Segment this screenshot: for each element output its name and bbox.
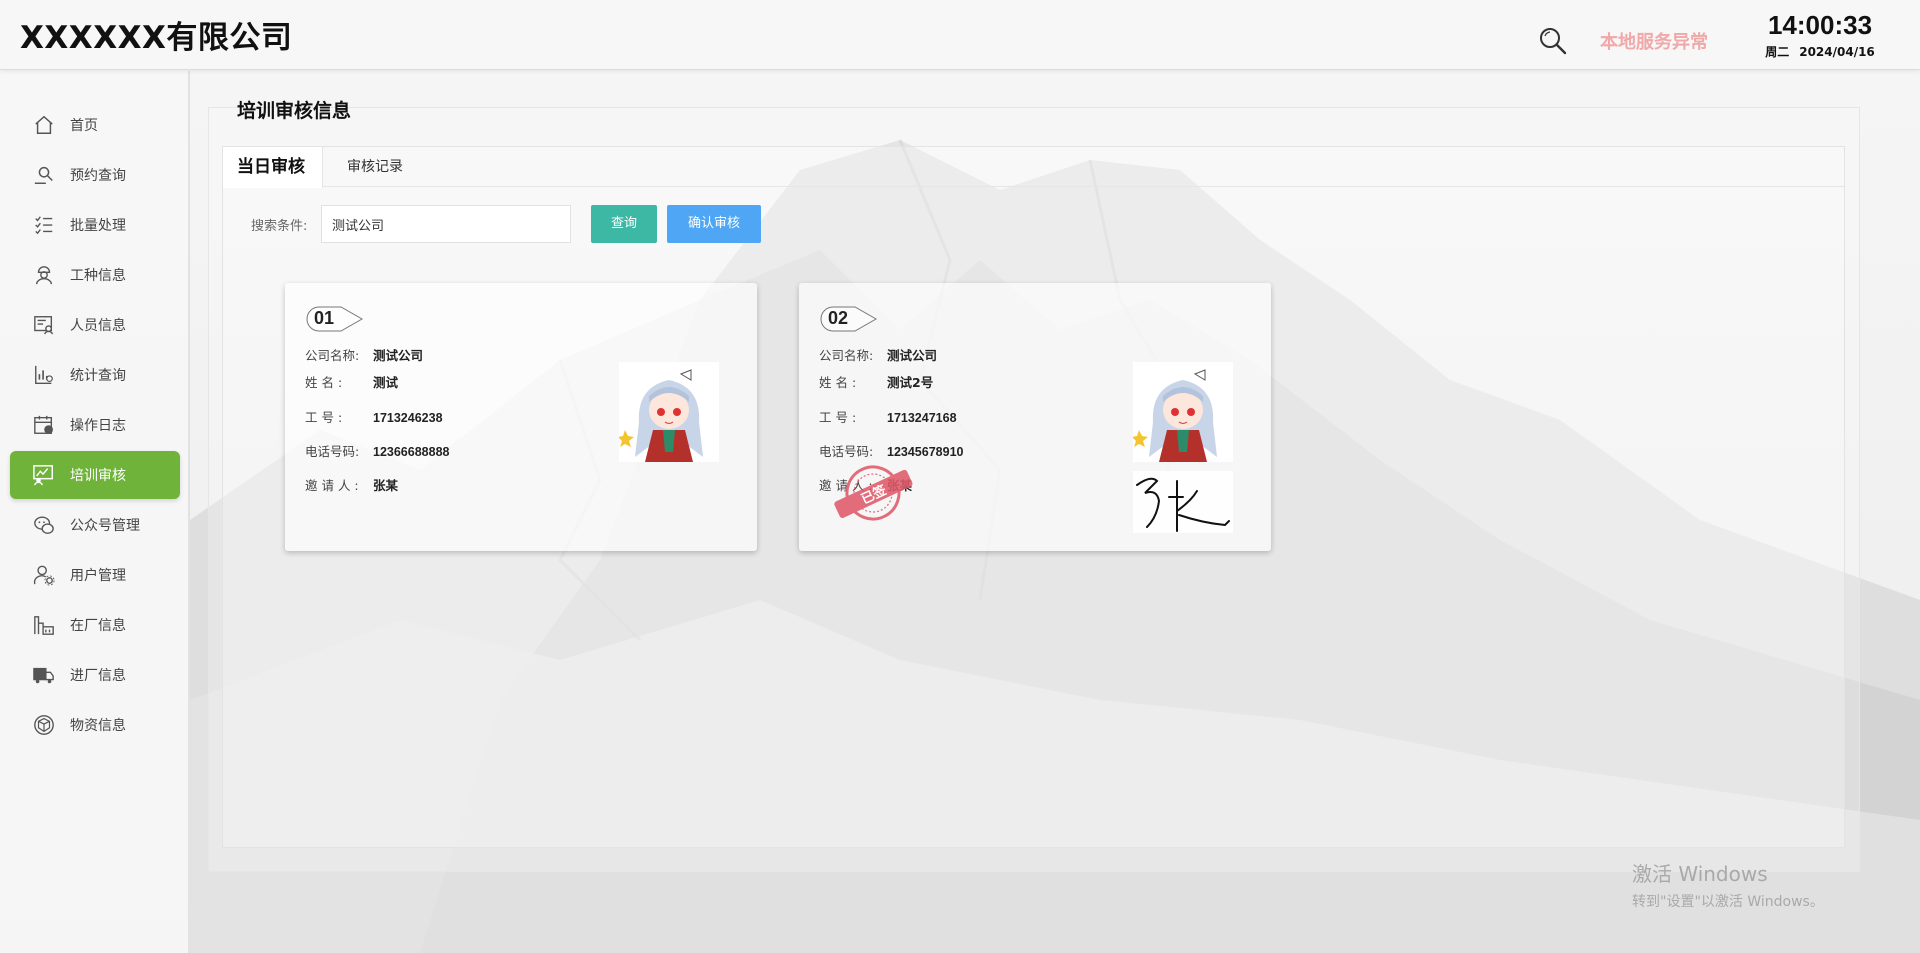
- watermark-line1: 激活 Windows: [1632, 862, 1768, 886]
- name-value: 测试2号: [887, 375, 934, 390]
- signature-image: [1133, 471, 1233, 533]
- clock-date: 周二 2024/04/16: [1755, 43, 1885, 60]
- card-number-badge: 01: [305, 305, 365, 333]
- inviter-value: 张某: [373, 478, 399, 493]
- page-title: 培训审核信息: [237, 100, 352, 122]
- clock-date-value: 2024/04/16: [1799, 45, 1875, 59]
- worker-icon: [32, 263, 56, 287]
- chat-icon: [32, 513, 56, 537]
- sidebar-item-label: 培训审核: [70, 468, 126, 484]
- sidebar-item-batch[interactable]: 批量处理: [10, 201, 180, 249]
- box-icon: [32, 713, 56, 737]
- card-inviter-row: 邀 请 人 : 张某: [305, 475, 398, 494]
- card-phone-row: 电话号码: 12366688888: [305, 441, 449, 460]
- tab-bar: 当日审核 审核记录: [223, 147, 1844, 188]
- name-label: 姓 名 :: [819, 375, 857, 390]
- sidebar-item-label: 首页: [70, 118, 98, 134]
- user-settings-icon: [32, 563, 56, 587]
- factory-icon: [32, 613, 56, 637]
- card-name-row: 姓 名 : 测试: [305, 372, 398, 391]
- card-name-row: 姓 名 : 测试2号: [819, 372, 933, 391]
- sidebar-item-label: 物资信息: [70, 718, 126, 734]
- home-icon: [32, 113, 56, 137]
- sidebar-item-official-account[interactable]: 公众号管理: [10, 501, 180, 549]
- stats-icon: [32, 363, 56, 387]
- name-value: 测试: [373, 375, 399, 390]
- sidebar-item-reservation-query[interactable]: 预约查询: [10, 151, 180, 199]
- windows-activation-watermark: 激活 Windows 转到"设置"以激活 Windows。: [1632, 858, 1824, 911]
- sidebar-item-label: 在厂信息: [70, 618, 126, 634]
- sidebar-item-personnel[interactable]: 人员信息: [10, 301, 180, 349]
- search-input[interactable]: [321, 205, 571, 243]
- card-number: 02: [828, 308, 849, 328]
- id-label: 工 号 :: [305, 410, 343, 425]
- sidebar-item-label: 人员信息: [70, 318, 126, 334]
- review-card[interactable]: 01 公司名称: 测试公司 姓 名 : 测试 工 号 : 1713246238 电话号…: [285, 283, 757, 551]
- sidebar-item-in-factory[interactable]: 在厂信息: [10, 601, 180, 649]
- name-label: 姓 名 :: [305, 375, 343, 390]
- review-card[interactable]: 02 公司名称: 测试公司 姓 名 : 测试2号 工 号 :1713247168 电…: [799, 283, 1271, 551]
- confirm-review-button[interactable]: 确认审核: [667, 205, 761, 243]
- watermark-line2: 转到"设置"以激活 Windows。: [1632, 894, 1824, 910]
- sidebar-item-label: 用户管理: [70, 568, 126, 584]
- inviter-label: 邀 请 人 :: [305, 478, 359, 493]
- signed-stamp: 已签: [834, 465, 913, 521]
- tab-review-records[interactable]: 审核记录: [333, 147, 417, 187]
- card-company-row: 公司名称: 测试公司: [819, 345, 937, 364]
- company-label: 公司名称:: [819, 348, 874, 363]
- search-person-icon: [32, 163, 56, 187]
- company-value: 测试公司: [887, 348, 938, 363]
- phone-label: 电话号码:: [305, 444, 360, 459]
- person-card-icon: [32, 313, 56, 337]
- sidebar-item-entry[interactable]: 进厂信息: [10, 651, 180, 699]
- sidebar-item-label: 统计查询: [70, 368, 126, 384]
- phone-value: 12366688888: [373, 445, 450, 459]
- sidebar-item-user-management[interactable]: 用户管理: [10, 551, 180, 599]
- sidebar-item-label: 操作日志: [70, 418, 126, 434]
- sidebar-item-label: 批量处理: [70, 218, 126, 234]
- id-label: 工 号 :: [819, 410, 857, 425]
- clock-weekday: 周二: [1765, 45, 1790, 59]
- avatar: [1133, 362, 1233, 462]
- sidebar-item-label: 公众号管理: [70, 518, 140, 534]
- sidebar: 首页 预约查询 批量处理 工种信息 人员信息 统计查询 操作日志 培训审核 公众…: [0, 71, 190, 953]
- id-value: 1713246238: [373, 411, 443, 425]
- card-number-badge: 02: [819, 305, 879, 333]
- top-header: XXXXXX有限公司 本地服务异常 14:00:33 周二 2024/04/16: [0, 0, 1920, 70]
- clock-time: 14:00:33: [1767, 10, 1873, 40]
- service-status-text: 本地服务异常: [1600, 32, 1708, 53]
- sidebar-item-label: 工种信息: [70, 268, 126, 284]
- id-value: 1713247168: [887, 411, 957, 425]
- review-container: 当日审核 审核记录 搜索条件: 查询 确认审核 01 公司名称: 测试公司 姓 名…: [222, 146, 1845, 848]
- company-label: 公司名称:: [305, 348, 360, 363]
- sidebar-item-label: 预约查询: [70, 168, 126, 184]
- calendar-icon: [32, 413, 56, 437]
- query-button[interactable]: 查询: [591, 205, 657, 243]
- company-name: XXXXXX有限公司: [20, 20, 293, 56]
- avatar: [619, 362, 719, 462]
- sidebar-item-work-type[interactable]: 工种信息: [10, 251, 180, 299]
- sidebar-item-training-review[interactable]: 培训审核: [10, 451, 180, 499]
- sidebar-item-statistics[interactable]: 统计查询: [10, 351, 180, 399]
- tab-today-review[interactable]: 当日审核: [223, 147, 323, 188]
- sidebar-item-home[interactable]: 首页: [10, 101, 180, 149]
- checklist-icon: [32, 213, 56, 237]
- clock: 14:00:33 周二 2024/04/16: [1755, 10, 1885, 60]
- card-number: 01: [314, 308, 335, 328]
- card-company-row: 公司名称: 测试公司: [305, 345, 423, 364]
- search-icon[interactable]: [1538, 26, 1568, 56]
- training-icon: [32, 463, 56, 487]
- truck-icon: [32, 663, 56, 687]
- company-value: 测试公司: [373, 348, 424, 363]
- sidebar-item-materials[interactable]: 物资信息: [10, 701, 180, 749]
- sidebar-item-label: 进厂信息: [70, 668, 126, 684]
- card-id-row: 工 号 : 1713247168: [819, 407, 957, 426]
- sidebar-item-operation-log[interactable]: 操作日志: [10, 401, 180, 449]
- card-id-row: 工 号 : 1713246238: [305, 407, 443, 426]
- search-label: 搜索条件:: [251, 219, 308, 234]
